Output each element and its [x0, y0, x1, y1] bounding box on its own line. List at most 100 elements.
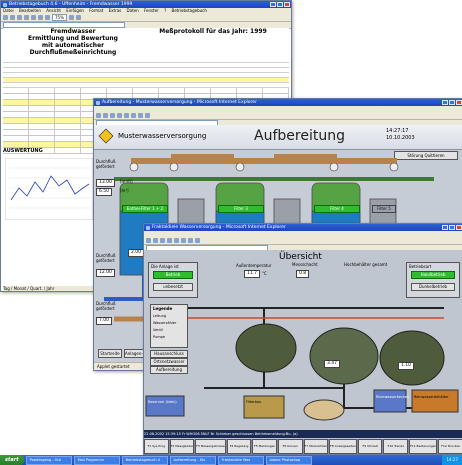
excel-titlebar[interactable]: Betriebstagebuch 4.6 - Uffenheim - Fremd… — [1, 1, 291, 8]
fkey-f2[interactable]: F2 Messglieder — [169, 439, 195, 454]
search-icon[interactable] — [131, 113, 136, 118]
copy-icon[interactable] — [38, 15, 43, 20]
minimize-button[interactable] — [442, 100, 448, 105]
refresh-icon[interactable] — [117, 113, 122, 118]
menu-daten[interactable]: Daten — [127, 8, 139, 13]
fkey-f10[interactable]: F10 Trends — [383, 439, 409, 454]
menu-extras[interactable]: Extras — [109, 8, 122, 13]
menu-datei[interactable]: Datei — [3, 8, 14, 13]
protokoll-title: Meßprotokoll für das Jahr: 1999 — [159, 28, 267, 35]
menu-ansicht[interactable]: Ansicht — [46, 8, 61, 13]
reservoir-mid-label: Rückwasserbecken — [376, 395, 410, 399]
favorites-icon[interactable] — [138, 113, 143, 118]
close-button[interactable] — [456, 225, 462, 230]
fkey-f9[interactable]: F9 Uhrzeit — [357, 439, 383, 454]
zoom-select[interactable]: 75% — [52, 14, 67, 21]
mail-icon[interactable] — [145, 113, 150, 118]
aufbereitung-titlebar[interactable]: Aufbereitung - Musterwasserversorgung - … — [94, 99, 462, 106]
menu-fenster[interactable]: Fenster — [144, 8, 159, 13]
minimize-button[interactable] — [270, 2, 276, 7]
close-button[interactable] — [284, 2, 290, 7]
menu-help[interactable]: ? — [164, 8, 166, 13]
fkey-f5[interactable]: F5 Meldungen — [252, 439, 277, 454]
sheet-tab-label[interactable]: Tag / Monat / Quart. / Jahr — [3, 286, 54, 291]
taskbar-item[interactable]: Aufbereitung - Mu — [169, 455, 216, 465]
system-tray-clock[interactable]: 14:27 — [442, 455, 462, 465]
aussentemp-value: 11.7 — [244, 270, 261, 278]
fkey-f12[interactable]: F12 Drucken — [438, 439, 462, 454]
bold-icon[interactable] — [68, 15, 74, 20]
doc-title-fremdwasser: Fremdwasser — [50, 28, 96, 35]
favorites-icon[interactable] — [188, 238, 193, 243]
fkey-f6[interactable]: F6 Kurven — [277, 439, 303, 454]
fkey-f7[interactable]: F7 Übersichten — [303, 439, 329, 454]
flow-value: 0.8 — [296, 270, 310, 278]
home-icon[interactable] — [124, 113, 129, 118]
maximize-button[interactable] — [449, 225, 455, 230]
taskbar-item[interactable]: Adobe Photoshop — [265, 455, 312, 465]
refresh-icon[interactable] — [167, 238, 172, 243]
open-icon[interactable] — [10, 15, 15, 20]
taskbar-item[interactable]: Posteingang - Out — [25, 455, 72, 465]
status-footer-text: 22.08.2002 15:39:15 Fr WHG06 SNLF Nr Sch… — [144, 432, 298, 436]
ie-icon — [146, 225, 150, 230]
fkey-f4[interactable]: F4 Regelung — [226, 439, 252, 454]
taskbar-item[interactable]: Betriebstagebuch 4 — [121, 455, 168, 465]
filter-label-3[interactable]: Filter 4 — [314, 205, 360, 213]
menu-betriebstagebuch[interactable]: Betriebstagebuch — [171, 8, 206, 13]
hausanschluss-button[interactable]: Hausanschluss — [150, 350, 188, 358]
ie-toolbar — [94, 112, 462, 120]
menu-format[interactable]: Format — [89, 8, 103, 13]
save-icon[interactable] — [17, 15, 22, 20]
fkey-f11[interactable]: F11 Bedienungen — [409, 439, 438, 454]
nav-startseite-button[interactable]: Startseite — [98, 349, 122, 358]
auswertung-chart — [5, 158, 93, 220]
aufbereitung-button[interactable]: Aufbereitung — [150, 366, 188, 374]
filter-label-1[interactable]: Enthei-Filter 1 + 2 — [122, 205, 168, 213]
fkey-f8[interactable]: F8 Anzeigeseiten — [329, 439, 357, 454]
function-key-bar: F1 Sys Prog F2 Messglieder F3 Messergebn… — [144, 439, 462, 454]
ie-toolbar — [144, 237, 462, 245]
paste-icon[interactable] — [45, 15, 50, 20]
maximize-button[interactable] — [277, 2, 283, 7]
ortsnetz-button[interactable]: Ortsnetzwasser — [150, 358, 188, 366]
home-icon[interactable] — [174, 238, 179, 243]
uebersicht-window: Fraktaldiele Wasserversorgung - Microsof… — [143, 223, 462, 455]
flow2-unit: [m³] — [120, 188, 129, 193]
italic-icon[interactable] — [75, 15, 81, 20]
doc-title-ermittlung: Ermittlung und Bewertung — [28, 35, 118, 42]
stop-icon[interactable] — [160, 238, 165, 243]
back-icon[interactable] — [96, 113, 101, 118]
start-button[interactable]: start — [0, 455, 24, 465]
cut-icon[interactable] — [31, 15, 36, 20]
uebersicht-titlebar[interactable]: Fraktaldiele Wasserversorgung - Microsof… — [144, 224, 462, 231]
legend-title: Legende — [153, 306, 173, 311]
fkey-f1[interactable]: F1 Sys Prog — [144, 439, 169, 454]
anlage-label: Die Anlage ist — [151, 264, 179, 269]
flow3-value: 12.00 — [96, 269, 115, 277]
taskbar-item[interactable]: Mail Programm — [73, 455, 120, 465]
print-icon[interactable] — [24, 15, 29, 20]
menu-einfuegen[interactable]: Einfügen — [66, 8, 84, 13]
excel-title: Betriebstagebuch 4.6 - Uffenheim - Fremd… — [9, 2, 133, 7]
taskbar-item[interactable]: Fraktaldiele Was — [217, 455, 264, 465]
close-button[interactable] — [456, 100, 462, 105]
new-icon[interactable] — [3, 15, 8, 20]
company-name: Musterwasserversorgung — [118, 132, 207, 140]
sheet-tabs[interactable]: Tag / Monat / Quart. / Jahr — [3, 286, 93, 291]
back-icon[interactable] — [146, 238, 151, 243]
search-icon[interactable] — [181, 238, 186, 243]
maximize-button[interactable] — [449, 100, 455, 105]
minimize-button[interactable] — [442, 225, 448, 230]
filter-label-2[interactable]: Filter 3 — [218, 205, 264, 213]
forward-icon[interactable] — [153, 238, 158, 243]
stop-icon[interactable] — [110, 113, 115, 118]
forward-icon[interactable] — [103, 113, 108, 118]
fkey-f3[interactable]: F3 Messergebnisse — [195, 439, 226, 454]
aufbereitung-window-controls — [442, 100, 462, 105]
flow1-value: 13.00 — [96, 179, 115, 187]
menu-bearbeiten[interactable]: Bearbeiten — [19, 8, 41, 13]
filter-label-4[interactable]: Filter 5 — [372, 205, 396, 213]
history-icon[interactable] — [195, 238, 200, 243]
filterbau-label: Filterbau — [246, 400, 262, 404]
